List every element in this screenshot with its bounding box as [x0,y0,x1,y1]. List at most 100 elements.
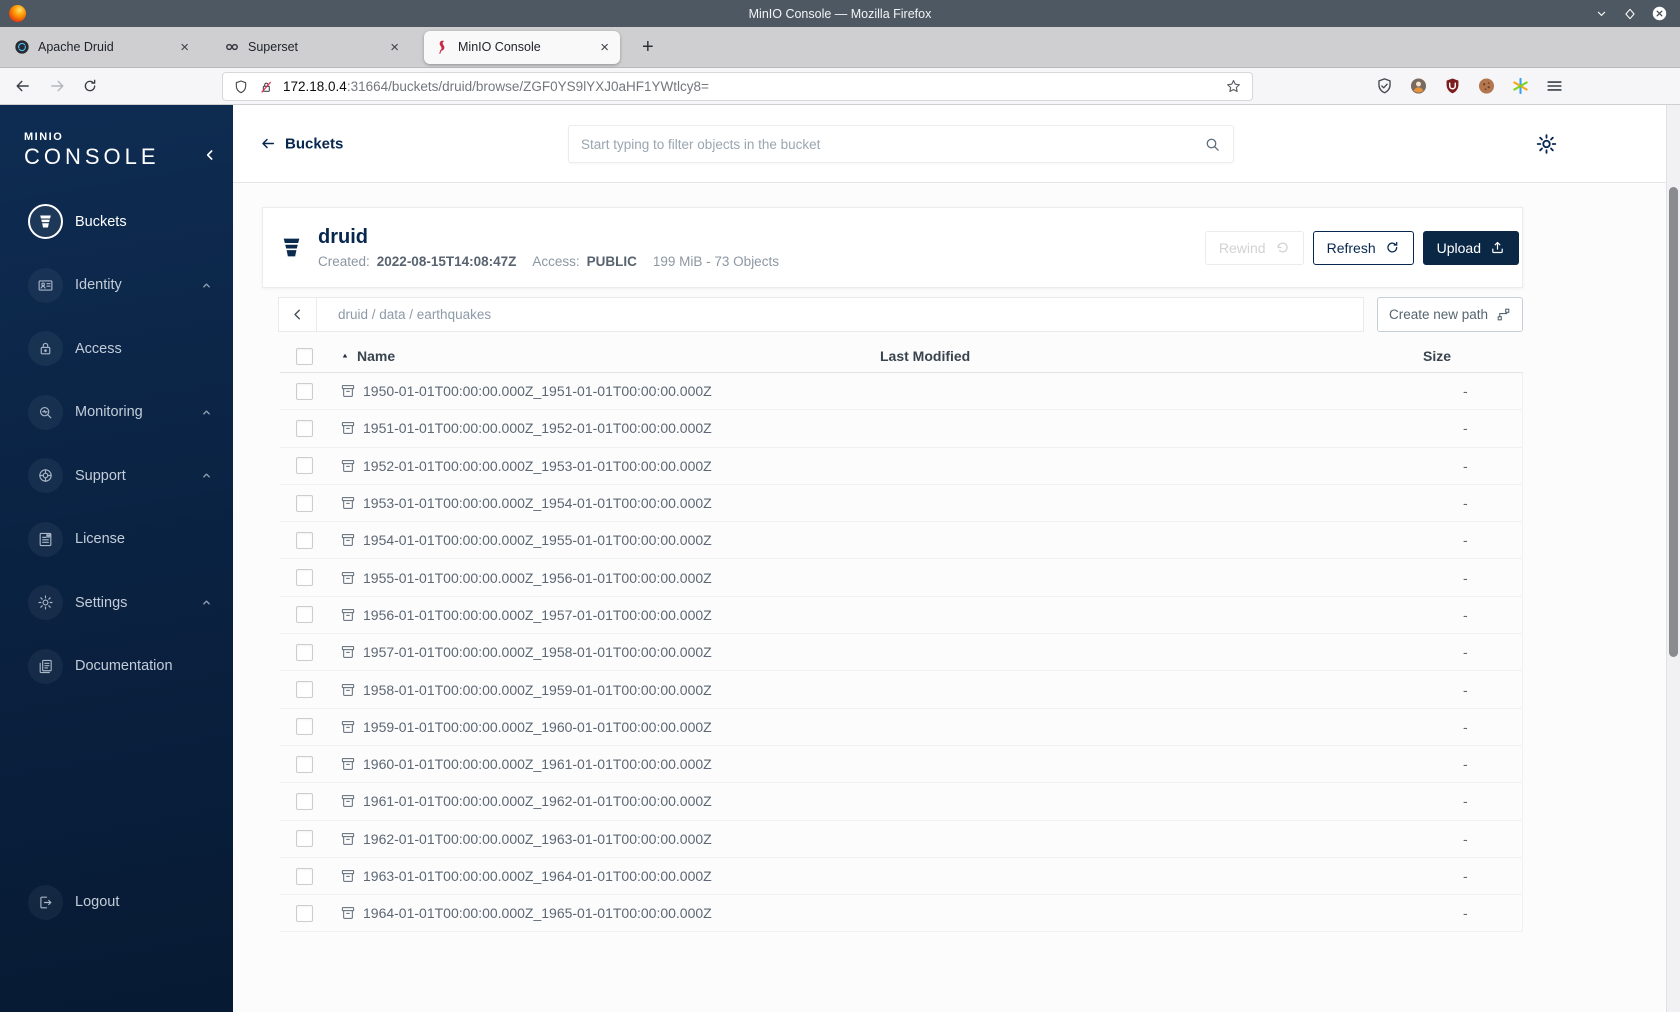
sidebar-item-settings[interactable]: Settings [0,571,233,635]
page-scrollbar-thumb[interactable] [1669,187,1678,657]
row-checkbox[interactable] [296,643,313,661]
tab-close-icon[interactable]: × [595,40,614,55]
object-name: 1961-01-01T00:00:00.000Z_1962-01-01T00:0… [363,793,712,810]
column-header-size[interactable]: Size [1403,348,1523,364]
sidebar-item-license[interactable]: License [0,508,233,572]
tab-strip: Apache Druid × Superset × MinIO Console × + [0,27,1680,68]
table-header-row: Name Last Modified Size [280,340,1523,373]
row-checkbox[interactable] [296,681,313,699]
create-new-path-button[interactable]: Create new path [1377,297,1523,332]
breadcrumb[interactable]: druid / data / earthquakes [338,307,491,322]
row-checkbox[interactable] [296,755,313,773]
gear-settings-icon[interactable] [1535,132,1558,155]
row-checkbox[interactable] [296,382,313,400]
tab-close-icon[interactable]: × [175,40,194,55]
column-header-name[interactable]: Name [328,348,864,364]
row-checkbox[interactable] [296,606,313,624]
row-checkbox[interactable] [296,531,313,549]
tracking-shield-icon[interactable] [233,79,249,95]
rewind-label: Rewind [1218,239,1266,256]
sidebar-item-documentation[interactable]: Documentation [0,635,233,699]
sidebar-collapse-icon[interactable] [202,147,218,163]
row-checkbox[interactable] [296,718,313,736]
table-row[interactable]: 1955-01-01T00:00:00.000Z_1956-01-01T00:0… [280,559,1522,597]
url-bar[interactable]: 172.18.0.4:31664/buckets/druid/browse/ZG… [222,72,1253,101]
url-text[interactable]: 172.18.0.4:31664/buckets/druid/browse/ZG… [283,79,709,94]
select-all-checkbox[interactable] [296,347,313,365]
row-checkbox[interactable] [296,419,313,437]
object-name: 1959-01-01T00:00:00.000Z_1960-01-01T00:0… [363,718,712,735]
new-tab-button[interactable]: + [634,36,662,59]
table-row[interactable]: 1959-01-01T00:00:00.000Z_1960-01-01T00:0… [280,709,1522,746]
cookie-extension-icon[interactable] [1477,77,1496,96]
table-row[interactable]: 1962-01-01T00:00:00.000Z_1963-01-01T00:0… [280,821,1522,858]
shield-check-extension-icon[interactable] [1375,77,1394,96]
sidebar-item-buckets[interactable]: Buckets [0,190,233,254]
row-checkbox[interactable] [296,569,313,587]
sidebar-item-logout[interactable]: Logout [0,871,233,935]
window-minimize-icon[interactable] [1594,6,1609,21]
row-checkbox[interactable] [296,494,313,512]
minio-sidebar: MINIO CONSOLE Buckets Identity Access Monit… [0,105,233,1012]
chevron-up-icon[interactable] [200,406,213,419]
insecure-lock-icon[interactable] [258,79,274,95]
row-checkbox[interactable] [296,792,313,810]
rewind-button[interactable]: Rewind [1204,230,1304,265]
sidebar-item-support[interactable]: Support [0,444,233,508]
buckets-back-link[interactable]: Buckets [260,135,343,152]
object-size: - [1463,495,1468,512]
search-icon[interactable] [1204,136,1221,153]
table-row[interactable]: 1958-01-01T00:00:00.000Z_1959-01-01T00:0… [280,671,1522,709]
chevron-up-icon[interactable] [200,279,213,292]
window-close-icon[interactable] [1651,5,1668,22]
tab-close-icon[interactable]: × [385,40,404,55]
chevron-up-icon[interactable] [200,596,213,609]
back-button-icon[interactable] [14,78,31,95]
sidebar-item-access[interactable]: Access [0,317,233,381]
account-avatar-icon[interactable] [1409,77,1428,96]
bucket-browser-page: druid Created: 2022-08-15T14:08:47Z Acce… [233,183,1680,1012]
table-row[interactable]: 1963-01-01T00:00:00.000Z_1964-01-01T00:0… [280,858,1522,896]
path-back-icon[interactable] [279,298,317,331]
object-folder-icon [340,756,356,772]
forward-button-icon[interactable] [49,78,66,95]
column-header-last-modified[interactable]: Last Modified [864,348,1403,364]
row-checkbox[interactable] [296,457,313,475]
object-name: 1953-01-01T00:00:00.000Z_1954-01-01T00:0… [363,495,712,512]
upload-button[interactable]: Upload [1422,230,1519,265]
object-name-cell: 1960-01-01T00:00:00.000Z_1961-01-01T00:0… [328,756,864,772]
reload-button-icon[interactable] [82,78,98,94]
table-row[interactable]: 1950-01-01T00:00:00.000Z_1951-01-01T00:0… [280,373,1522,411]
ublock-origin-icon[interactable] [1443,77,1462,96]
table-row[interactable]: 1952-01-01T00:00:00.000Z_1953-01-01T00:0… [280,448,1522,485]
sidebar-item-monitoring[interactable]: Monitoring [0,381,233,445]
object-size: - [1463,383,1468,400]
table-row[interactable]: 1953-01-01T00:00:00.000Z_1954-01-01T00:0… [280,485,1522,523]
sidebar-item-identity[interactable]: Identity [0,254,233,318]
search-input[interactable] [581,136,1204,152]
table-row[interactable]: 1964-01-01T00:00:00.000Z_1965-01-01T00:0… [280,895,1522,933]
table-row[interactable]: 1956-01-01T00:00:00.000Z_1957-01-01T00:0… [280,597,1522,635]
table-row[interactable]: 1960-01-01T00:00:00.000Z_1961-01-01T00:0… [280,746,1522,784]
upload-label: Upload [1436,239,1481,256]
row-checkbox[interactable] [296,904,313,922]
row-checkbox[interactable] [296,830,313,848]
access-icon [28,331,63,367]
containers-extension-icon[interactable] [1511,77,1530,96]
window-maximize-icon[interactable] [1623,7,1637,21]
table-row[interactable]: 1951-01-01T00:00:00.000Z_1952-01-01T00:0… [280,410,1522,448]
tab-minio-console[interactable]: MinIO Console × [424,30,620,64]
table-row[interactable]: 1957-01-01T00:00:00.000Z_1958-01-01T00:0… [280,634,1522,672]
table-row[interactable]: 1954-01-01T00:00:00.000Z_1955-01-01T00:0… [280,522,1522,560]
tab-superset[interactable]: Superset × [214,31,410,64]
chevron-up-icon[interactable] [200,469,213,482]
refresh-button[interactable]: Refresh [1312,230,1414,265]
window-title: MinIO Console — Mozilla Firefox [748,6,932,21]
tab-apache-druid[interactable]: Apache Druid × [4,31,200,64]
row-checkbox[interactable] [296,867,313,885]
sidebar-item-label: Monitoring [75,404,143,421]
object-name-cell: 1951-01-01T00:00:00.000Z_1952-01-01T00:0… [328,420,864,436]
bookmark-star-icon[interactable] [1225,78,1242,95]
table-row[interactable]: 1961-01-01T00:00:00.000Z_1962-01-01T00:0… [280,783,1522,821]
menu-hamburger-icon[interactable] [1545,77,1564,96]
